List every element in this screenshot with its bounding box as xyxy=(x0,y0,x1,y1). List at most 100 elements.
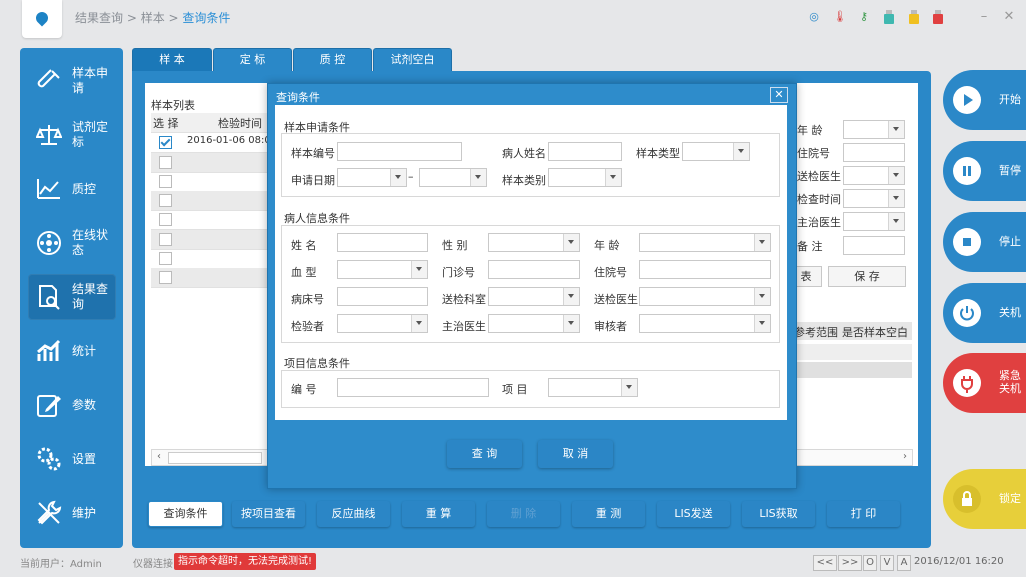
nav-first-button[interactable]: << xyxy=(813,555,837,571)
nav-last-button[interactable]: >> xyxy=(838,555,862,571)
nav-o-button[interactable]: O xyxy=(863,555,877,571)
main-doctor-select[interactable] xyxy=(843,212,905,231)
table-row[interactable] xyxy=(151,191,281,211)
row-checkbox[interactable] xyxy=(159,252,172,265)
delete-button[interactable]: 删 除 xyxy=(487,501,560,527)
apply-date-start[interactable] xyxy=(337,168,407,187)
inpatient-input[interactable] xyxy=(639,260,771,279)
table-row[interactable] xyxy=(151,210,281,230)
row-checkbox[interactable] xyxy=(159,271,172,284)
main-doctor-select-dialog[interactable] xyxy=(488,314,580,333)
scroll-left-icon[interactable]: ‹ xyxy=(152,450,166,465)
send-doctor-select-dialog[interactable] xyxy=(639,287,771,306)
table-row[interactable] xyxy=(790,362,912,378)
row-checkbox[interactable] xyxy=(159,156,172,169)
sidebar-item-online[interactable]: 在线状态 xyxy=(28,220,116,266)
table-row[interactable] xyxy=(151,249,281,269)
gender-select[interactable] xyxy=(488,233,580,252)
breadcrumb-results[interactable]: 结果查询 xyxy=(75,11,123,25)
breadcrumb-sample[interactable]: 样本 xyxy=(141,11,165,25)
edit-icon xyxy=(37,395,61,417)
item-select[interactable] xyxy=(548,378,638,397)
save-button[interactable]: 保 存 xyxy=(828,266,906,287)
code-input[interactable] xyxy=(337,378,489,397)
sample-type-select[interactable] xyxy=(682,142,750,161)
lock-button[interactable]: 锁定 xyxy=(943,469,1026,529)
name-input[interactable] xyxy=(337,233,428,252)
connection-icon: ◎ xyxy=(809,10,819,23)
table-row[interactable] xyxy=(151,230,281,250)
play-icon xyxy=(953,86,981,114)
emergency-shutdown-button[interactable]: 紧急关机 xyxy=(943,353,1026,413)
table-row[interactable] xyxy=(151,268,281,288)
sidebar-item-maintenance[interactable]: 维护 xyxy=(28,490,116,536)
table-row[interactable]: 2016-01-06 08:0 xyxy=(151,133,281,153)
view-by-item-button[interactable]: 按项目查看 xyxy=(232,501,305,527)
thermometer-icon: 🌡 xyxy=(833,10,847,23)
tab-sample[interactable]: 样 本 xyxy=(132,48,212,71)
retest-button[interactable]: 重 测 xyxy=(572,501,645,527)
row-checkbox[interactable] xyxy=(159,136,172,149)
pause-button[interactable]: 暂停 xyxy=(943,141,1026,201)
group-item-title: 项目信息条件 xyxy=(284,357,350,370)
tab-reagent-blank[interactable]: 试剂空白 xyxy=(373,48,452,71)
dialog-cancel-button[interactable]: 取 消 xyxy=(538,440,613,468)
check-time-select[interactable] xyxy=(843,189,905,208)
remark-input[interactable] xyxy=(843,236,905,255)
row-checkbox[interactable] xyxy=(159,194,172,207)
row-checkbox[interactable] xyxy=(159,213,172,226)
sample-no-input[interactable] xyxy=(337,142,462,161)
power-icon xyxy=(953,299,981,327)
table-row[interactable] xyxy=(151,153,281,173)
age-select-dialog[interactable] xyxy=(639,233,771,252)
dialog-close-button[interactable]: ✕ xyxy=(770,87,788,103)
sidebar-item-results[interactable]: 结果查询 xyxy=(28,274,116,320)
query-conditions-button[interactable]: 查询条件 xyxy=(148,501,223,527)
nav-a-button[interactable]: A xyxy=(897,555,911,571)
lis-fetch-button[interactable]: LIS获取 xyxy=(742,501,815,527)
reagent-bottle-icon-red xyxy=(932,10,944,24)
reaction-curve-button[interactable]: 反应曲线 xyxy=(317,501,390,527)
table-row[interactable] xyxy=(790,344,912,360)
tester-select[interactable] xyxy=(337,314,428,333)
start-button[interactable]: 开始 xyxy=(943,70,1026,130)
minimize-button[interactable]: – xyxy=(975,8,993,26)
scroll-right-icon[interactable]: › xyxy=(898,450,912,465)
sidebar-item-calibration[interactable]: 试剂定标 xyxy=(28,112,116,158)
apply-date-end[interactable] xyxy=(419,168,487,187)
table-row[interactable] xyxy=(151,172,281,192)
tab-calibration[interactable]: 定 标 xyxy=(213,48,292,71)
result-table-header: 参考范围 是否样本空白 xyxy=(790,322,912,340)
sidebar-item-params[interactable]: 参数 xyxy=(28,382,116,428)
row-checkbox[interactable] xyxy=(159,175,172,188)
age-label-dialog: 年 龄 xyxy=(594,239,620,252)
send-doctor-select[interactable] xyxy=(843,166,905,185)
stop-button[interactable]: 停止 xyxy=(943,212,1026,272)
bed-input[interactable] xyxy=(337,287,428,306)
outpatient-input[interactable] xyxy=(488,260,580,279)
sample-list-title: 样本列表 xyxy=(151,99,195,112)
sample-category-select[interactable] xyxy=(548,168,622,187)
close-window-button[interactable]: ✕ xyxy=(1000,8,1018,26)
dialog-title: 查询条件 xyxy=(276,91,320,104)
sidebar-item-qc[interactable]: 质控 xyxy=(28,166,116,212)
row-checkbox[interactable] xyxy=(159,233,172,246)
print-button[interactable]: 打 印 xyxy=(827,501,900,527)
blood-select[interactable] xyxy=(337,260,428,279)
hospital-no-input[interactable] xyxy=(843,143,905,162)
shutdown-button[interactable]: 关机 xyxy=(943,283,1026,343)
tab-qc[interactable]: 质 控 xyxy=(293,48,372,71)
sidebar-item-settings[interactable]: 设置 xyxy=(28,436,116,482)
recalculate-button[interactable]: 重 算 xyxy=(402,501,475,527)
nav-v-button[interactable]: V xyxy=(880,555,894,571)
dialog-query-button[interactable]: 查 询 xyxy=(447,440,522,468)
patient-name-input[interactable] xyxy=(548,142,622,161)
age-select[interactable] xyxy=(843,120,905,139)
blood-label: 血 型 xyxy=(291,266,317,279)
lis-send-button[interactable]: LIS发送 xyxy=(657,501,730,527)
send-dept-select[interactable] xyxy=(488,287,580,306)
sidebar-item-stats[interactable]: 统计 xyxy=(28,328,116,374)
reviewer-select[interactable] xyxy=(639,314,771,333)
sidebar-item-sample-apply[interactable]: 样本申请 xyxy=(28,58,116,104)
scroll-thumb[interactable] xyxy=(168,452,262,464)
